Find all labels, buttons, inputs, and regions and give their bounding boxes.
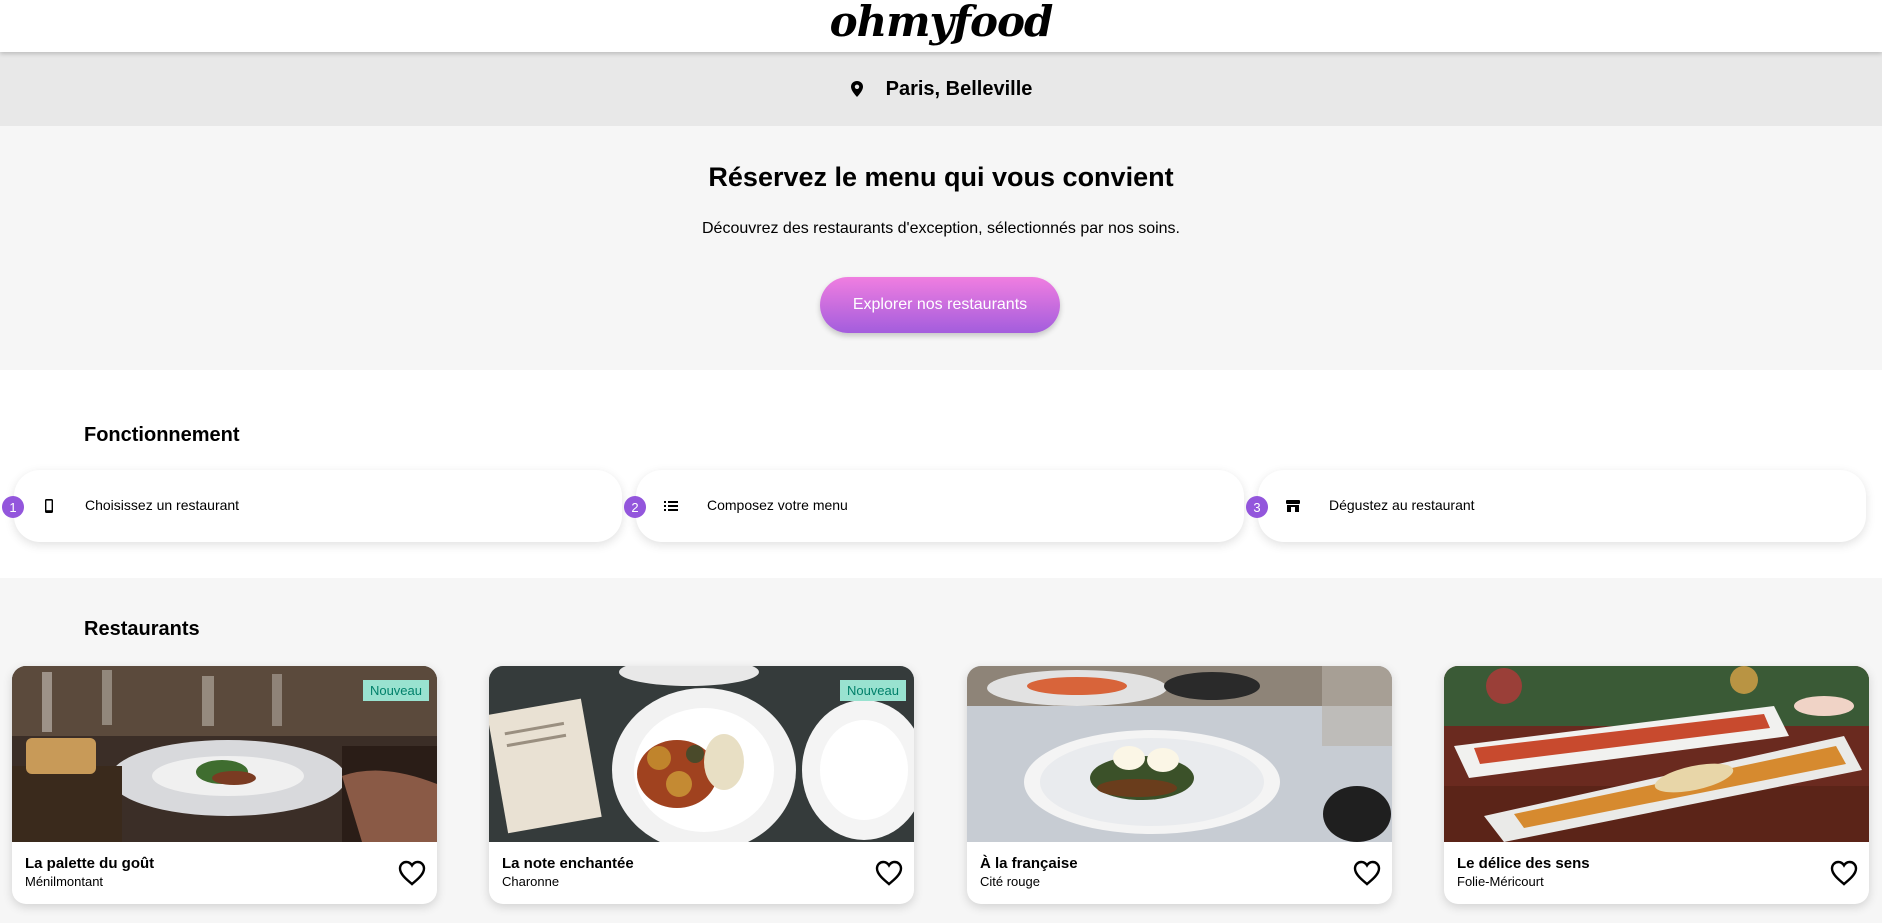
heart-icon[interactable]: [875, 860, 903, 886]
hero-subtitle: Découvrez des restaurants d'exception, s…: [702, 220, 1180, 237]
step-number: 2: [624, 496, 646, 518]
restaurant-card[interactable]: Nouveau La note enchantée Charonne: [489, 666, 914, 904]
step-3: 3 Dégustez au restaurant: [1246, 470, 1866, 542]
how-it-works-title: Fonctionnement: [84, 424, 240, 446]
restaurant-photo[interactable]: Nouveau: [489, 666, 914, 842]
shop-icon: [1286, 500, 1300, 512]
step-1: 1 Choisissez un restaurant: [2, 470, 622, 542]
restaurants-title: Restaurants: [84, 618, 200, 640]
logo[interactable]: ohmyfood: [830, 0, 1054, 44]
hero-section: Réservez le menu qui vous convient Décou…: [0, 126, 1882, 370]
step-label: Dégustez au restaurant: [1329, 497, 1475, 513]
restaurant-card[interactable]: À la française Cité rouge: [967, 666, 1392, 904]
restaurant-name: À la française: [980, 855, 1078, 872]
explore-restaurants-button[interactable]: Explorer nos restaurants: [820, 277, 1060, 333]
restaurant-photo[interactable]: [967, 666, 1392, 842]
restaurants-section: Restaurants Nouveau La palette du goût M…: [0, 578, 1882, 923]
restaurant-card[interactable]: Le délice des sens Folie-Méricourt: [1444, 666, 1869, 904]
restaurant-card[interactable]: Nouveau La palette du goût Ménilmontant: [12, 666, 437, 904]
step-label: Choisissez un restaurant: [85, 497, 240, 513]
restaurant-area: Ménilmontant: [25, 874, 104, 889]
new-badge: Nouveau: [839, 680, 906, 701]
new-badge: Nouveau: [362, 680, 429, 701]
location-bar: Paris, Belleville: [0, 52, 1882, 126]
list-icon: [664, 501, 678, 511]
step-label: Composez votre menu: [707, 497, 848, 513]
location-label: Paris, Belleville: [885, 77, 1033, 100]
map-pin-icon: [850, 81, 863, 97]
restaurant-area: Charonne: [502, 874, 560, 889]
heart-icon[interactable]: [1830, 860, 1858, 886]
restaurant-photo[interactable]: Nouveau: [12, 666, 437, 842]
restaurant-area: Folie-Méricourt: [1457, 874, 1544, 889]
header: ohmyfood: [0, 0, 1882, 52]
how-it-works-section: Fonctionnement 1 Choisissez un restauran…: [0, 370, 1882, 578]
step-2: 2 Composez votre menu: [624, 470, 1244, 542]
restaurant-name: La palette du goût: [25, 855, 155, 872]
step-number: 1: [2, 496, 24, 518]
mobile-phone-icon: [45, 499, 53, 513]
heart-icon[interactable]: [398, 860, 426, 886]
restaurant-photo[interactable]: [1444, 666, 1869, 842]
restaurant-name: La note enchantée: [502, 855, 634, 872]
restaurant-area: Cité rouge: [980, 874, 1040, 889]
heart-icon[interactable]: [1353, 860, 1381, 886]
restaurant-name: Le délice des sens: [1457, 855, 1590, 872]
hero-title: Réservez le menu qui vous convient: [708, 162, 1174, 192]
step-number: 3: [1246, 496, 1268, 518]
